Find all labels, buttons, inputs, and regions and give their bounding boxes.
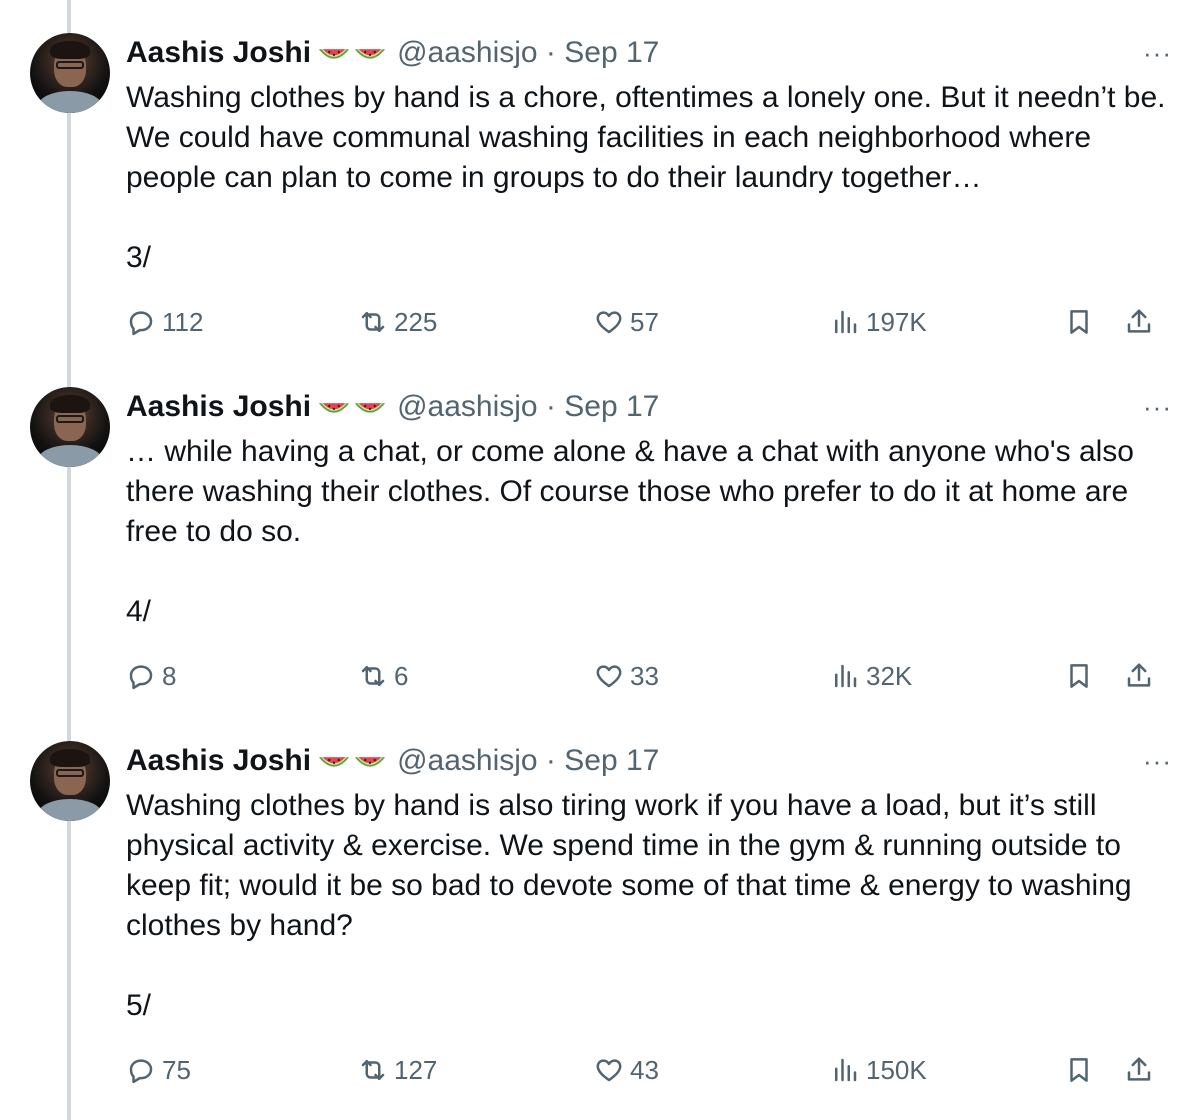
repost-button[interactable]: 225 <box>358 302 437 342</box>
views-icon <box>835 310 857 334</box>
tweet-text: … while having a chat, or come alone & h… <box>126 435 1134 548</box>
share-button[interactable] <box>1124 1050 1154 1090</box>
tweet-header: Aashis Joshi @aashisjo · Sep 17 <box>126 35 659 71</box>
avatar[interactable] <box>30 33 110 113</box>
watermelon-icon <box>318 403 350 413</box>
handle-and-date[interactable]: @aashisjo · Sep 17 <box>397 744 659 778</box>
like-button[interactable]: 43 <box>594 1050 659 1090</box>
bookmark-button[interactable] <box>1064 656 1094 696</box>
reply-count: 8 <box>162 660 177 691</box>
share-button[interactable] <box>1124 302 1154 342</box>
tweet-body: … while having a chat, or come alone & h… <box>126 432 1176 632</box>
reply-count: 112 <box>162 306 204 337</box>
view-count: 150K <box>866 1054 927 1085</box>
bookmark-icon <box>1070 310 1088 334</box>
like-button[interactable]: 33 <box>594 656 659 696</box>
repost-count: 225 <box>394 306 438 337</box>
heart-icon <box>596 311 622 334</box>
share-icon <box>1127 1057 1151 1081</box>
more-options-icon[interactable]: ··· <box>1143 389 1172 425</box>
repost-count: 127 <box>394 1054 438 1085</box>
share-icon <box>1127 309 1151 333</box>
like-button[interactable]: 57 <box>594 302 659 342</box>
tweet-body: Washing clothes by hand is a chore, ofte… <box>126 78 1176 278</box>
views-button[interactable]: 197K <box>830 302 927 342</box>
bookmark-button[interactable] <box>1064 1050 1094 1090</box>
reply-count: 75 <box>162 1054 191 1085</box>
watermelon-icon <box>354 757 386 767</box>
tweet-header: Aashis Joshi @aashisjo · Sep 17 <box>126 389 659 425</box>
tweet-actions: 75 127 43 150K <box>126 1050 1166 1090</box>
repost-button[interactable]: 127 <box>358 1050 437 1090</box>
reply-button[interactable]: 8 <box>126 656 176 696</box>
tweet-actions: 8 6 33 32K <box>126 656 1166 696</box>
share-button[interactable] <box>1124 656 1154 696</box>
heart-icon <box>596 1059 622 1082</box>
reply-icon <box>129 1059 153 1084</box>
watermelon-icon <box>318 757 350 767</box>
more-options-icon[interactable]: ··· <box>1143 743 1172 779</box>
like-count: 57 <box>630 306 659 337</box>
bookmark-icon <box>1070 1058 1088 1082</box>
tweet-text: Washing clothes by hand is a chore, ofte… <box>126 81 1166 194</box>
tweet-text: Washing clothes by hand is also tiring w… <box>126 789 1132 942</box>
repost-icon <box>361 666 385 686</box>
views-icon <box>835 1058 857 1082</box>
tweet-header: Aashis Joshi @aashisjo · Sep 17 <box>126 743 659 779</box>
tweet-body: Washing clothes by hand is also tiring w… <box>126 786 1176 1026</box>
reply-icon <box>129 311 153 336</box>
handle-and-date[interactable]: @aashisjo · Sep 17 <box>397 36 659 70</box>
views-button[interactable]: 32K <box>830 656 912 696</box>
repost-icon <box>361 312 385 332</box>
thread-number: 4/ <box>126 595 152 628</box>
view-count: 197K <box>866 306 927 337</box>
reply-button[interactable]: 75 <box>126 1050 191 1090</box>
more-options-icon[interactable]: ··· <box>1143 35 1172 71</box>
thread-connector-line <box>67 0 71 1120</box>
watermelon-icon <box>318 49 350 59</box>
reply-button[interactable]: 112 <box>126 302 203 342</box>
view-count: 32K <box>866 660 913 691</box>
repost-icon <box>361 1060 385 1080</box>
watermelon-icon <box>354 49 386 59</box>
author-name[interactable]: Aashis Joshi <box>126 390 311 424</box>
views-button[interactable]: 150K <box>830 1050 927 1090</box>
like-count: 43 <box>630 1054 659 1085</box>
like-count: 33 <box>630 660 659 691</box>
avatar[interactable] <box>30 741 110 821</box>
handle-and-date[interactable]: @aashisjo · Sep 17 <box>397 390 659 424</box>
thread-number: 3/ <box>126 241 152 274</box>
repost-count: 6 <box>394 660 409 691</box>
views-icon <box>835 664 857 688</box>
heart-icon <box>596 665 622 688</box>
tweet-thread: Aashis Joshi @aashisjo · Sep 17 ··· Wash… <box>0 0 1198 1120</box>
bookmark-icon <box>1070 664 1088 688</box>
author-name[interactable]: Aashis Joshi <box>126 744 311 778</box>
thread-number: 5/ <box>126 989 152 1022</box>
tweet-actions: 112 225 57 197K <box>126 302 1166 342</box>
author-name[interactable]: Aashis Joshi <box>126 36 311 70</box>
watermelon-icon <box>354 403 386 413</box>
bookmark-button[interactable] <box>1064 302 1094 342</box>
reply-icon <box>129 665 153 690</box>
share-icon <box>1127 663 1151 687</box>
avatar[interactable] <box>30 387 110 467</box>
repost-button[interactable]: 6 <box>358 656 408 696</box>
